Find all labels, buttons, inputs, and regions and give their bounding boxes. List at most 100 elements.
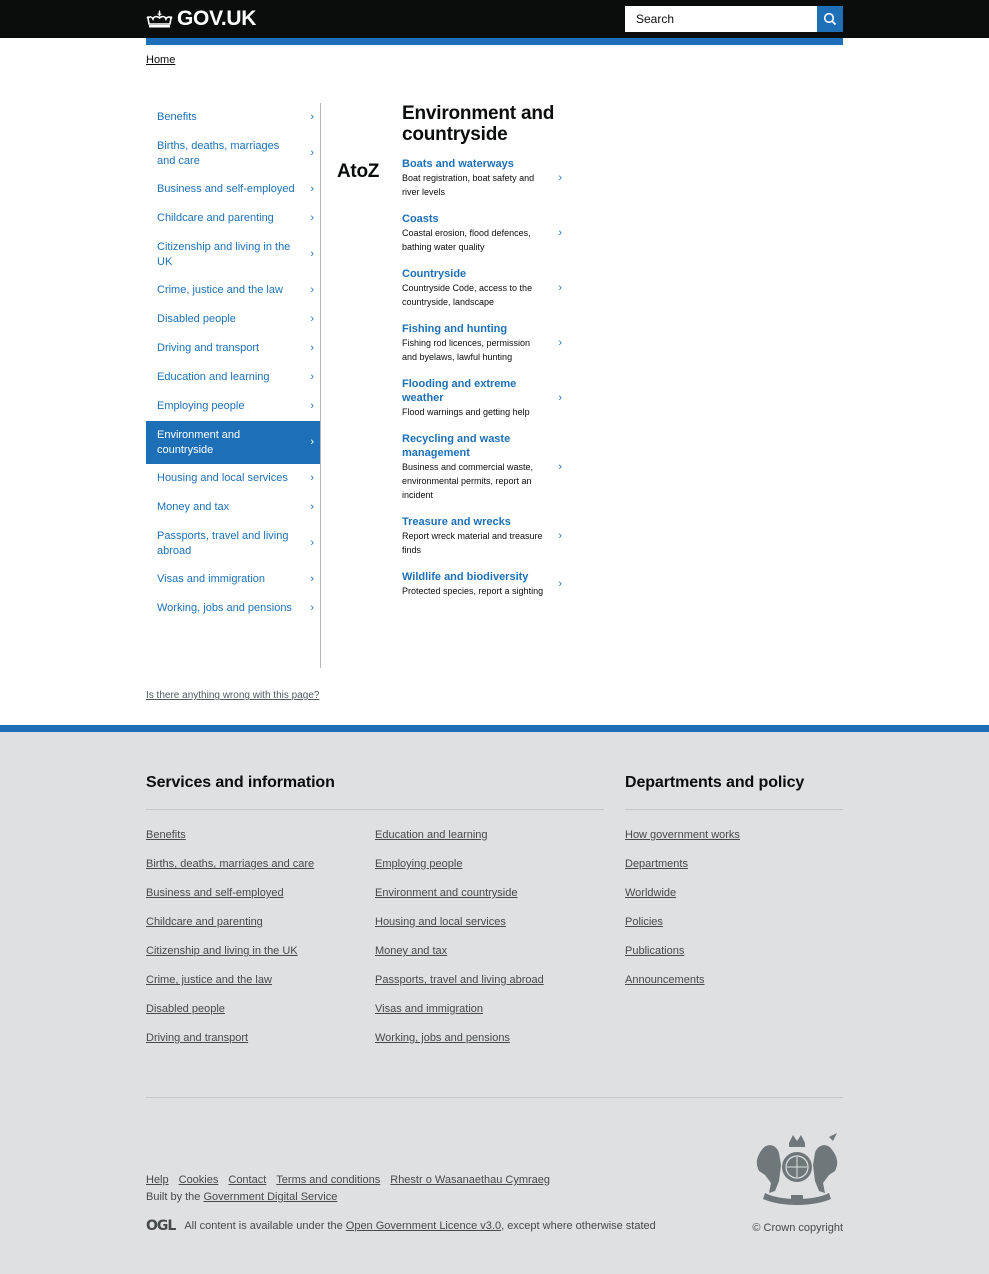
subtopic-text: Flooding and extreme weather Flood warnin… — [402, 377, 547, 419]
subtopic-description: Boat registration, boat safety and river… — [402, 173, 535, 197]
footer-services-link[interactable]: Education and learning — [375, 828, 604, 842]
chevron-right-icon: › — [558, 282, 562, 294]
footer-depts-link[interactable]: Publications — [625, 944, 843, 958]
subtopic-item[interactable]: Coasts Coastal erosion, flood defences, b… — [402, 212, 562, 254]
footer-services-link[interactable]: Driving and transport — [146, 1031, 375, 1045]
footer-services-link[interactable]: Passports, travel and living abroad — [375, 973, 604, 987]
sidebar-item-label: Education and learning — [157, 371, 270, 384]
footer-services-link[interactable]: Childcare and parenting — [146, 915, 375, 929]
footer-depts-link[interactable]: Policies — [625, 915, 843, 929]
footer-services-link[interactable]: Housing and local services — [375, 915, 604, 929]
footer-depts-link[interactable]: Worldwide — [625, 886, 843, 900]
footer-meta-link[interactable]: Terms and conditions — [276, 1174, 380, 1186]
chevron-right-icon: › — [558, 530, 562, 542]
subtopic-list: Boats and waterways Boat registration, bo… — [402, 157, 562, 598]
footer-services-link[interactable]: Benefits — [146, 828, 375, 842]
chevron-right-icon: › — [310, 111, 314, 124]
sidebar-item-label: Births, deaths, marriages and care — [157, 140, 280, 167]
subtopic-description: Fishing rod licences, permission and bye… — [402, 338, 531, 362]
footer-services-link[interactable]: Money and tax — [375, 944, 604, 958]
subtopic-text: Treasure and wrecks Report wreck material… — [402, 515, 547, 557]
footer-services-link[interactable]: Crime, justice and the law — [146, 973, 375, 987]
subtopic-item[interactable]: Wildlife and biodiversity Protected speci… — [402, 570, 562, 598]
footer-services-section: Services and information Benefits Births,… — [146, 774, 604, 1060]
ogl-licence-link[interactable]: Open Government Licence v3.0 — [346, 1220, 501, 1232]
footer-depts-link[interactable]: Announcements — [625, 973, 843, 987]
sidebar-item[interactable]: Education and learning › — [146, 363, 320, 392]
main-content: Benefits › Births, deaths, marriages and c… — [146, 103, 843, 668]
search-button[interactable] — [817, 6, 843, 32]
subtopic-title: Flooding and extreme weather — [402, 378, 517, 404]
chevron-right-icon: › — [558, 578, 562, 590]
sidebar-item-label: Visas and immigration — [157, 573, 266, 586]
footer-depts-link[interactable]: Departments — [625, 857, 843, 871]
sidebar-item[interactable]: Money and tax › — [146, 493, 320, 522]
built-by-prefix: Built by the — [146, 1191, 204, 1203]
sidebar-item[interactable]: Disabled people › — [146, 305, 320, 334]
footer-services-link[interactable]: Births, deaths, marriages and care — [146, 857, 375, 871]
sidebar-item[interactable]: Benefits › — [146, 103, 320, 132]
licence-prefix: All content is available under the — [184, 1220, 346, 1232]
sidebar-item[interactable]: Business and self-employed › — [146, 175, 320, 204]
subtopic-text: Coasts Coastal erosion, flood defences, b… — [402, 212, 547, 254]
search-icon — [823, 12, 837, 26]
sidebar-item[interactable]: Childcare and parenting › — [146, 204, 320, 233]
footer-services-link[interactable]: Employing people — [375, 857, 604, 871]
chevron-right-icon: › — [310, 400, 314, 413]
subtopic-description: Report wreck material and treasure finds — [402, 531, 543, 555]
report-problem-link[interactable]: Is there anything wrong with this page? — [146, 690, 319, 701]
sidebar-item[interactable]: Crime, justice and the law › — [146, 276, 320, 305]
footer-depts-link[interactable]: How government works — [625, 828, 843, 842]
footer-services-link[interactable]: Business and self-employed — [146, 886, 375, 900]
site-header: GOV.UK — [0, 0, 989, 38]
footer-services-link[interactable]: Environment and countryside — [375, 886, 604, 900]
subtopic-text: Wildlife and biodiversity Protected speci… — [402, 570, 547, 598]
subtopic-item[interactable]: Fishing and hunting Fishing rod licences,… — [402, 322, 562, 364]
chevron-right-icon: › — [310, 436, 314, 449]
sidebar-item[interactable]: Employing people › — [146, 392, 320, 421]
footer-meta-link[interactable]: Contact — [228, 1174, 266, 1186]
sidebar-item[interactable]: Births, deaths, marriages and care › — [146, 132, 320, 175]
sidebar-item[interactable]: Passports, travel and living abroad › — [146, 522, 320, 565]
subtopic-item[interactable]: Treasure and wrecks Report wreck material… — [402, 515, 562, 557]
search-form — [625, 6, 843, 32]
topic-sidebar: Benefits › Births, deaths, marriages and c… — [146, 103, 321, 668]
subtopic-item[interactable]: Boats and waterways Boat registration, bo… — [402, 157, 562, 199]
breadcrumb-home-link[interactable]: Home — [146, 54, 175, 66]
sidebar-item[interactable]: Housing and local services › — [146, 464, 320, 493]
footer-meta-link[interactable]: Rhestr o Wasanaethau Cymraeg — [390, 1174, 550, 1186]
page-title: Environment and countryside — [402, 103, 555, 145]
chevron-right-icon: › — [558, 392, 562, 404]
breadcrumb: Home — [146, 45, 843, 66]
sidebar-item-label: Environment and countryside — [157, 429, 241, 456]
chevron-right-icon: › — [310, 212, 314, 225]
sidebar-item-label: Working, jobs and pensions — [157, 602, 292, 615]
footer-services-link[interactable]: Working, jobs and pensions — [375, 1031, 604, 1045]
gds-link[interactable]: Government Digital Service — [203, 1191, 337, 1203]
sidebar-item[interactable]: Working, jobs and pensions › — [146, 594, 320, 623]
chevron-right-icon: › — [310, 573, 314, 586]
sidebar-item[interactable]: Driving and transport › — [146, 334, 320, 363]
subtopic-text: Boats and waterways Boat registration, bo… — [402, 157, 547, 199]
site-footer: Services and information Benefits Births,… — [0, 725, 989, 1274]
sidebar-item[interactable]: Visas and immigration › — [146, 565, 320, 594]
subtopic-text: Recycling and waste management Business a… — [402, 432, 547, 502]
subtopic-item[interactable]: Countryside Countryside Code, access to t… — [402, 267, 562, 309]
govuk-logo-link[interactable]: GOV.UK — [146, 7, 256, 31]
footer-meta-link[interactable]: Help — [146, 1174, 169, 1186]
footer-services-link[interactable]: Citizenship and living in the UK — [146, 944, 375, 958]
chevron-right-icon: › — [310, 602, 314, 615]
chevron-right-icon: › — [558, 227, 562, 239]
footer-services-link[interactable]: Visas and immigration — [375, 1002, 604, 1016]
sidebar-item[interactable]: Citizenship and living in the UK › — [146, 233, 320, 276]
subtopic-title: Treasure and wrecks — [402, 516, 511, 528]
subtopic-title: Boats and waterways — [402, 158, 514, 170]
subtopic-item[interactable]: Recycling and waste management Business a… — [402, 432, 562, 502]
subtopic-item[interactable]: Flooding and extreme weather Flood warnin… — [402, 377, 562, 419]
search-input[interactable] — [625, 6, 817, 32]
sidebar-item[interactable]: Environment and countryside › — [146, 421, 320, 464]
footer-services-link[interactable]: Disabled people — [146, 1002, 375, 1016]
footer-services-col-2: Education and learning Employing people En… — [375, 828, 604, 1060]
sidebar-item-label: Housing and local services — [157, 472, 288, 485]
footer-meta-link[interactable]: Cookies — [179, 1174, 219, 1186]
